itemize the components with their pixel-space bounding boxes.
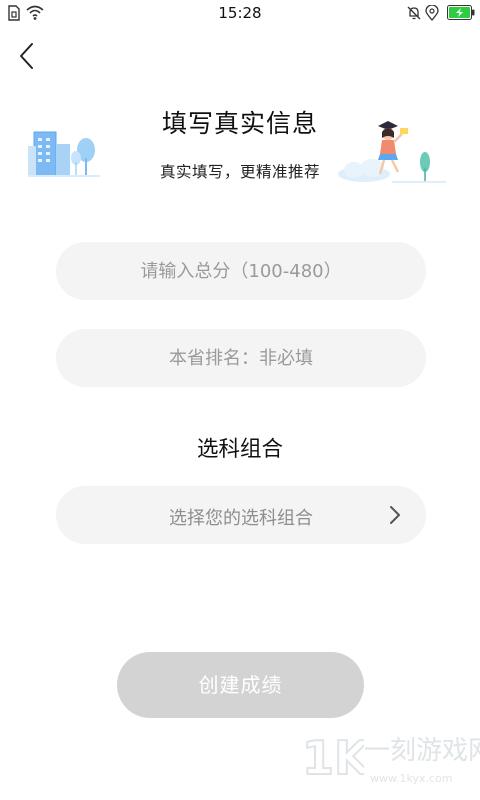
watermark: 1K 一刻游戏网 www.1kyx.com (300, 730, 480, 800)
location-icon (425, 5, 439, 21)
subject-select-label: 选择您的选科组合 (169, 508, 313, 529)
chevron-left-icon (20, 43, 33, 69)
mute-icon (407, 6, 421, 20)
back-button[interactable] (12, 38, 48, 74)
status-bar: 15:28 (0, 0, 480, 26)
total-score-input[interactable] (56, 242, 426, 300)
page-title: 填写真实信息 (161, 109, 318, 138)
watermark-url: www.1kyx.com (370, 772, 453, 785)
chevron-right-icon (390, 506, 400, 524)
svg-text:1K: 1K (302, 731, 364, 785)
page-subtitle: 真实填写，更精准推荐 (159, 163, 320, 181)
watermark-logo: 1K (301, 730, 364, 786)
battery-icon (447, 5, 475, 20)
subject-combination-select[interactable]: 选择您的选科组合 (56, 486, 426, 544)
subject-section-title: 选科组合 (196, 437, 283, 462)
create-score-button[interactable]: 创建成绩 (117, 652, 364, 718)
watermark-brand: 一刻游戏网 (364, 736, 480, 766)
province-rank-input[interactable] (56, 329, 426, 387)
